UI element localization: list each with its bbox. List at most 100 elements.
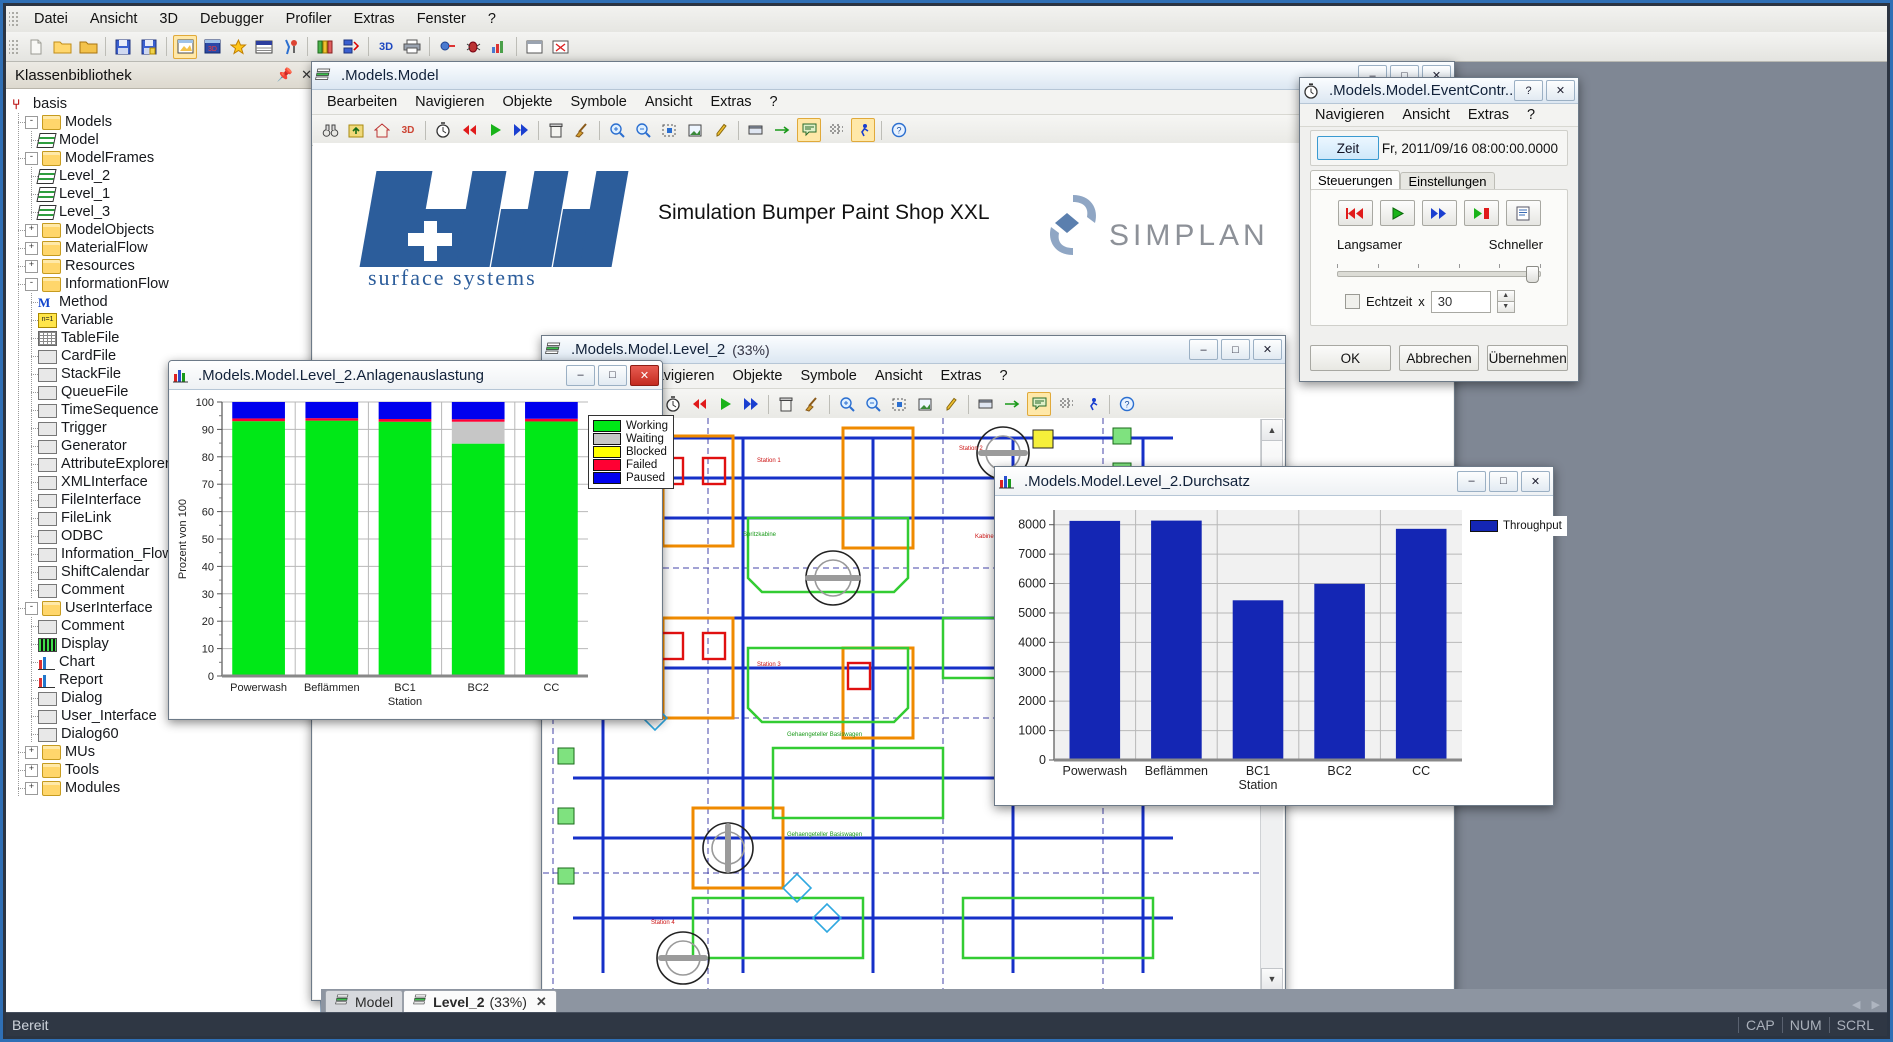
image-icon[interactable] — [914, 393, 936, 415]
menu-datei[interactable]: Datei — [23, 8, 79, 30]
menu-extras[interactable]: Extras — [343, 8, 406, 30]
tree-item-modelframes[interactable]: -ModelFrames — [12, 149, 320, 167]
toolbar-grip[interactable] — [9, 38, 19, 56]
tree-expander[interactable]: - — [25, 278, 38, 291]
stepper-down-button[interactable]: ▼ — [1497, 302, 1515, 313]
tree-expander[interactable]: - — [25, 602, 38, 615]
tree-item-dialog60[interactable]: Dialog60 — [12, 725, 320, 743]
menu-ansicht[interactable]: Ansicht — [636, 92, 702, 112]
connector-icon[interactable] — [771, 119, 793, 141]
debugger-icon[interactable] — [436, 36, 458, 58]
step-icon[interactable] — [1464, 200, 1499, 226]
edit-pen-icon[interactable] — [710, 119, 732, 141]
tree-item-level-3[interactable]: Level_3 — [12, 203, 320, 221]
zoom-out-icon[interactable] — [632, 119, 654, 141]
minimize-button[interactable]: – — [1457, 471, 1486, 492]
menu-ansicht[interactable]: Ansicht — [1393, 105, 1459, 125]
reset-icon[interactable] — [458, 119, 480, 141]
open-folder-2-icon[interactable] — [77, 36, 99, 58]
menu-ansicht[interactable]: Ansicht — [79, 8, 149, 30]
report-icon[interactable] — [1506, 200, 1541, 226]
menu-extras[interactable]: Extras — [701, 92, 760, 112]
tab-steuerungen[interactable]: Steuerungen — [1310, 170, 1400, 190]
up-level-icon[interactable] — [345, 119, 367, 141]
tree-item-model[interactable]: Model — [12, 131, 320, 149]
minimize-button[interactable]: – — [1189, 339, 1218, 360]
utilization-chart-titlebar[interactable]: .Models.Model.Level_2.Anlagenauslastung … — [169, 361, 662, 390]
zoom-in-icon[interactable] — [836, 393, 858, 415]
reset-icon[interactable] — [688, 393, 710, 415]
scroll-up-button[interactable]: ▲ — [1261, 419, 1283, 441]
save-icon[interactable] — [112, 36, 134, 58]
menu-help[interactable]: ? — [991, 366, 1017, 386]
event-controller-window[interactable]: .Models.Model.EventContr... ? ✕ Navigier… — [1299, 77, 1579, 382]
clock-icon[interactable] — [432, 119, 454, 141]
grid-icon[interactable] — [1055, 393, 1077, 415]
tree-item-models[interactable]: -Models — [12, 113, 320, 131]
tree-expander[interactable]: + — [25, 746, 38, 759]
menu-fenster[interactable]: Fenster — [406, 8, 477, 30]
select-icon[interactable] — [658, 119, 680, 141]
tree-item-method[interactable]: MMethod — [12, 293, 320, 311]
tree-expander[interactable]: + — [25, 224, 38, 237]
layers-icon[interactable] — [975, 393, 997, 415]
close-button[interactable]: ✕ — [630, 365, 659, 386]
menu-help[interactable]: ? — [761, 92, 787, 112]
realtime-checkbox[interactable] — [1345, 294, 1360, 309]
help-icon[interactable]: ? — [888, 119, 910, 141]
cancel-button[interactable]: Abbrechen — [1399, 345, 1480, 371]
network-icon[interactable] — [340, 36, 362, 58]
menu-profiler[interactable]: Profiler — [275, 8, 343, 30]
tree-item-modules[interactable]: +Modules — [12, 779, 320, 797]
model-window-icon[interactable] — [173, 35, 197, 59]
menu-ansicht[interactable]: Ansicht — [866, 366, 932, 386]
clear-console-icon[interactable] — [549, 36, 571, 58]
image-icon[interactable] — [684, 119, 706, 141]
event-controller-titlebar[interactable]: .Models.Model.EventContr... ? ✕ — [1300, 78, 1578, 104]
delete-icon[interactable] — [775, 393, 797, 415]
speed-slider[interactable] — [1337, 260, 1541, 280]
throughput-chart-titlebar[interactable]: .Models.Model.Level_2.Durchsatz – □ ✕ — [995, 467, 1553, 496]
print-icon[interactable] — [401, 36, 423, 58]
tree-item-level-2[interactable]: Level_2 — [12, 167, 320, 185]
broom-icon[interactable] — [571, 119, 593, 141]
tree-item-variable[interactable]: n=1Variable — [12, 311, 320, 329]
help-icon[interactable]: ? — [1116, 393, 1138, 415]
help-button[interactable]: ? — [1514, 80, 1543, 101]
pin-icon[interactable]: 📌 — [277, 67, 293, 83]
3d-text-icon[interactable]: 3D — [375, 36, 397, 58]
clock-icon[interactable] — [662, 393, 684, 415]
zoom-in-icon[interactable] — [606, 119, 628, 141]
play-icon[interactable] — [484, 119, 506, 141]
window-nav-arrows[interactable]: ◀ ▶ — [1852, 998, 1884, 1011]
library-icon[interactable] — [314, 36, 336, 58]
tab-einstellungen[interactable]: Einstellungen — [1400, 172, 1494, 190]
delete-icon[interactable] — [545, 119, 567, 141]
layers-icon[interactable] — [745, 119, 767, 141]
tree-expander[interactable]: - — [25, 116, 38, 129]
document-tab-model[interactable]: Model — [325, 990, 403, 1013]
save-all-icon[interactable] — [138, 36, 160, 58]
select-icon[interactable] — [888, 393, 910, 415]
menu-objekte[interactable]: Objekte — [723, 366, 791, 386]
play-icon[interactable] — [714, 393, 736, 415]
menu-extras[interactable]: Extras — [931, 366, 990, 386]
document-tab-level_2[interactable]: Level_2(33%)✕ — [403, 990, 557, 1013]
tree-expander[interactable]: - — [25, 152, 38, 165]
menu-help[interactable]: ? — [1518, 105, 1544, 125]
bug-icon[interactable] — [462, 36, 484, 58]
menu-symbole[interactable]: Symbole — [561, 92, 635, 112]
slider-track[interactable] — [1337, 271, 1541, 277]
runner-icon[interactable] — [851, 118, 875, 142]
runner-icon[interactable] — [1081, 393, 1103, 415]
close-button[interactable]: ✕ — [1253, 339, 1282, 360]
tree-item-level-1[interactable]: Level_1 — [12, 185, 320, 203]
apply-button[interactable]: Übernehmen — [1487, 345, 1568, 371]
tree-item-basis[interactable]: ⑂basis — [12, 95, 320, 113]
menu-3d[interactable]: 3D — [148, 8, 189, 30]
menu-extras[interactable]: Extras — [1459, 105, 1518, 125]
minimize-button[interactable]: – — [566, 365, 595, 386]
menu-navigieren[interactable]: Navigieren — [406, 92, 493, 112]
tree-item-informationflow[interactable]: -InformationFlow — [12, 275, 320, 293]
slider-thumb[interactable] — [1526, 266, 1539, 283]
